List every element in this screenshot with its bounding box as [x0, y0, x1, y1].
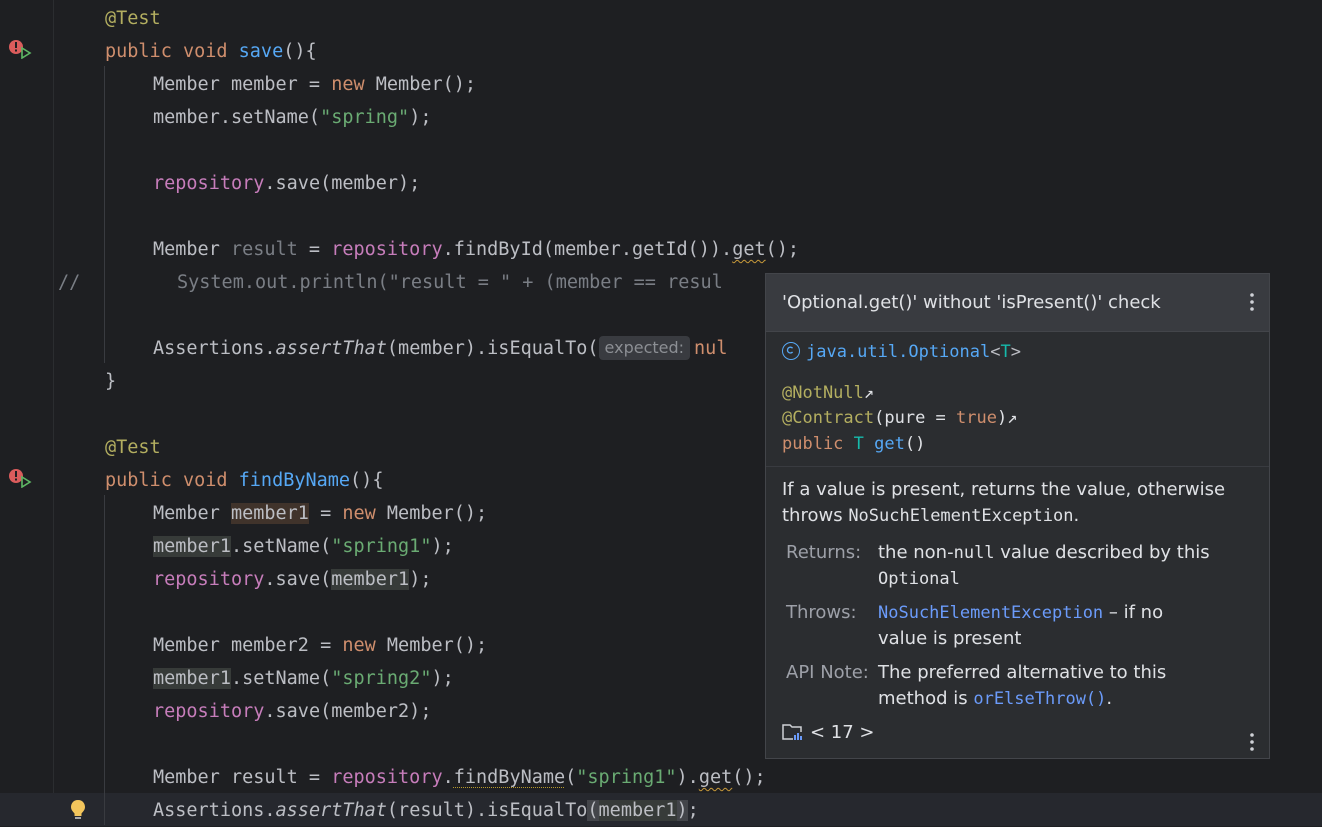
code-line: Member result = repository.findById(memb…: [153, 239, 800, 260]
indent-guide: [104, 66, 105, 363]
code-line: repository.save(member2);: [153, 701, 432, 722]
returns-label: Returns:: [786, 542, 862, 563]
more-options-icon[interactable]: [1249, 292, 1255, 312]
code-line: member.setName("spring");: [153, 107, 432, 128]
gutter-divider: [53, 0, 54, 825]
signature-method: public T get(): [782, 434, 926, 454]
lightbulb-icon[interactable]: [68, 798, 88, 822]
code-line: }: [105, 371, 117, 392]
returns-value: the non-null value described by this Opti…: [878, 542, 1210, 589]
code-line-current: Assertions.assertThat(result).isEqualTo(…: [153, 800, 699, 821]
indent-guide: [104, 495, 105, 825]
code-line: public void findByName(){: [105, 470, 384, 491]
code-line-commented: //: [58, 272, 81, 293]
code-line: @Test: [105, 8, 161, 29]
code-line: member1.setName("spring2");: [153, 668, 454, 689]
class-icon: [782, 342, 800, 360]
exception-link[interactable]: NoSuchElementException: [878, 603, 1103, 623]
code-line: Member member1 = new Member();: [153, 503, 488, 524]
throws-label: Throws:: [786, 602, 857, 623]
code-line: Member result = repository.findByName("s…: [153, 767, 766, 788]
parameter-hint: expected:: [598, 336, 691, 360]
external-link-icon[interactable]: ↗: [1007, 408, 1017, 428]
signature-notnull: @NotNull↗: [782, 383, 875, 403]
or-else-throw-link[interactable]: orElseThrow(): [973, 689, 1106, 709]
class-name-link[interactable]: java.util.Optional: [806, 342, 990, 362]
code-line: public void save(){: [105, 41, 317, 62]
throws-value: NoSuchElementException – if no value is p…: [878, 602, 1164, 649]
code-line: @Test: [105, 437, 161, 458]
run-test-icon[interactable]: [8, 39, 32, 59]
code-line: repository.save(member);: [153, 173, 421, 194]
run-test-icon[interactable]: [8, 468, 32, 488]
inspection-popup[interactable]: 'Optional.get()' without 'isPresent()' c…: [765, 273, 1270, 759]
class-reference[interactable]: java.util.Optional<T>: [782, 340, 1021, 364]
code-line: Member member2 = new Member();: [153, 635, 488, 656]
code-line: repository.save(member1);: [153, 569, 432, 590]
gutter: [0, 0, 54, 825]
popup-title: 'Optional.get()' without 'isPresent()' c…: [782, 292, 1161, 313]
jdk-version[interactable]: < 17 >: [782, 720, 875, 746]
code-line: member1.setName("spring1");: [153, 536, 454, 557]
code-line: Member member = new Member();: [153, 74, 477, 95]
api-note-label: API Note:: [786, 662, 869, 683]
api-note-value: The preferred alternative to this method …: [878, 662, 1167, 709]
popup-header: 'Optional.get()' without 'isPresent()' c…: [766, 274, 1269, 332]
code-line-commented: System.out.println("result = " + (member…: [177, 272, 723, 293]
external-link-icon[interactable]: ↗: [864, 383, 874, 403]
signature-contract: @Contract(pure = true)↗: [782, 408, 1018, 428]
code-line: Assertions.assertThat(member).isEqualTo(…: [153, 336, 728, 360]
popup-divider: [766, 466, 1269, 467]
more-options-icon[interactable]: [1249, 732, 1255, 752]
doc-description: If a value is present, returns the value…: [782, 479, 1226, 526]
library-icon: [782, 724, 802, 741]
